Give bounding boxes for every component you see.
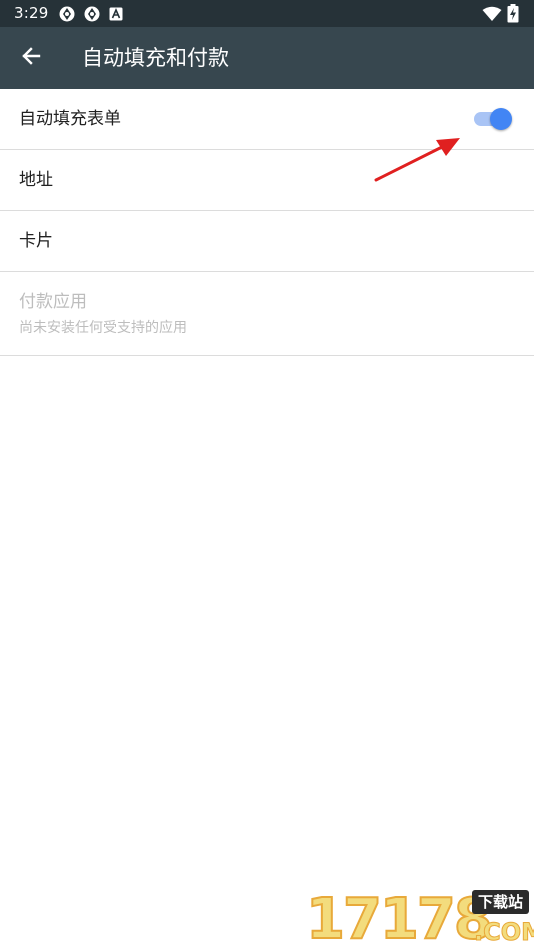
annotation-arrow-icon — [374, 138, 460, 182]
a-icon — [109, 6, 123, 25]
arrow-back-icon — [21, 46, 41, 70]
status-time: 3:29 — [14, 4, 49, 22]
app-bar: 自动填充和付款 — [0, 27, 534, 89]
watermark-digits: 17178 — [305, 887, 494, 952]
watermark-logo: 17178 下载站 .COM — [305, 886, 534, 952]
payment-apps-label: 付款应用 — [19, 292, 87, 312]
settings-list: 自动填充表单 地址 卡片 付款应用 尚未安装任何受支持的应用 — [0, 89, 534, 356]
autofill-toggle[interactable] — [474, 107, 514, 131]
page-title: 自动填充和付款 — [82, 46, 229, 70]
cards-label: 卡片 — [19, 231, 53, 251]
cards-row[interactable]: 卡片 — [0, 211, 534, 272]
payment-apps-row: 付款应用 尚未安装任何受支持的应用 — [0, 272, 534, 356]
payment-apps-summary: 尚未安装任何受支持的应用 — [19, 320, 187, 336]
wifi-icon — [482, 6, 502, 26]
status-bar: 3:29 — [0, 0, 534, 27]
settings-icon — [83, 5, 101, 27]
addresses-label: 地址 — [19, 170, 53, 190]
settings-icon — [58, 5, 76, 27]
watermark-badge: 下载站 — [472, 890, 530, 914]
battery-charging-icon — [507, 4, 519, 27]
watermark-domain: .COM — [473, 918, 534, 947]
back-button[interactable] — [11, 38, 51, 78]
autofill-toggle-thumb — [490, 108, 512, 130]
autofill-forms-label: 自动填充表单 — [19, 109, 121, 129]
